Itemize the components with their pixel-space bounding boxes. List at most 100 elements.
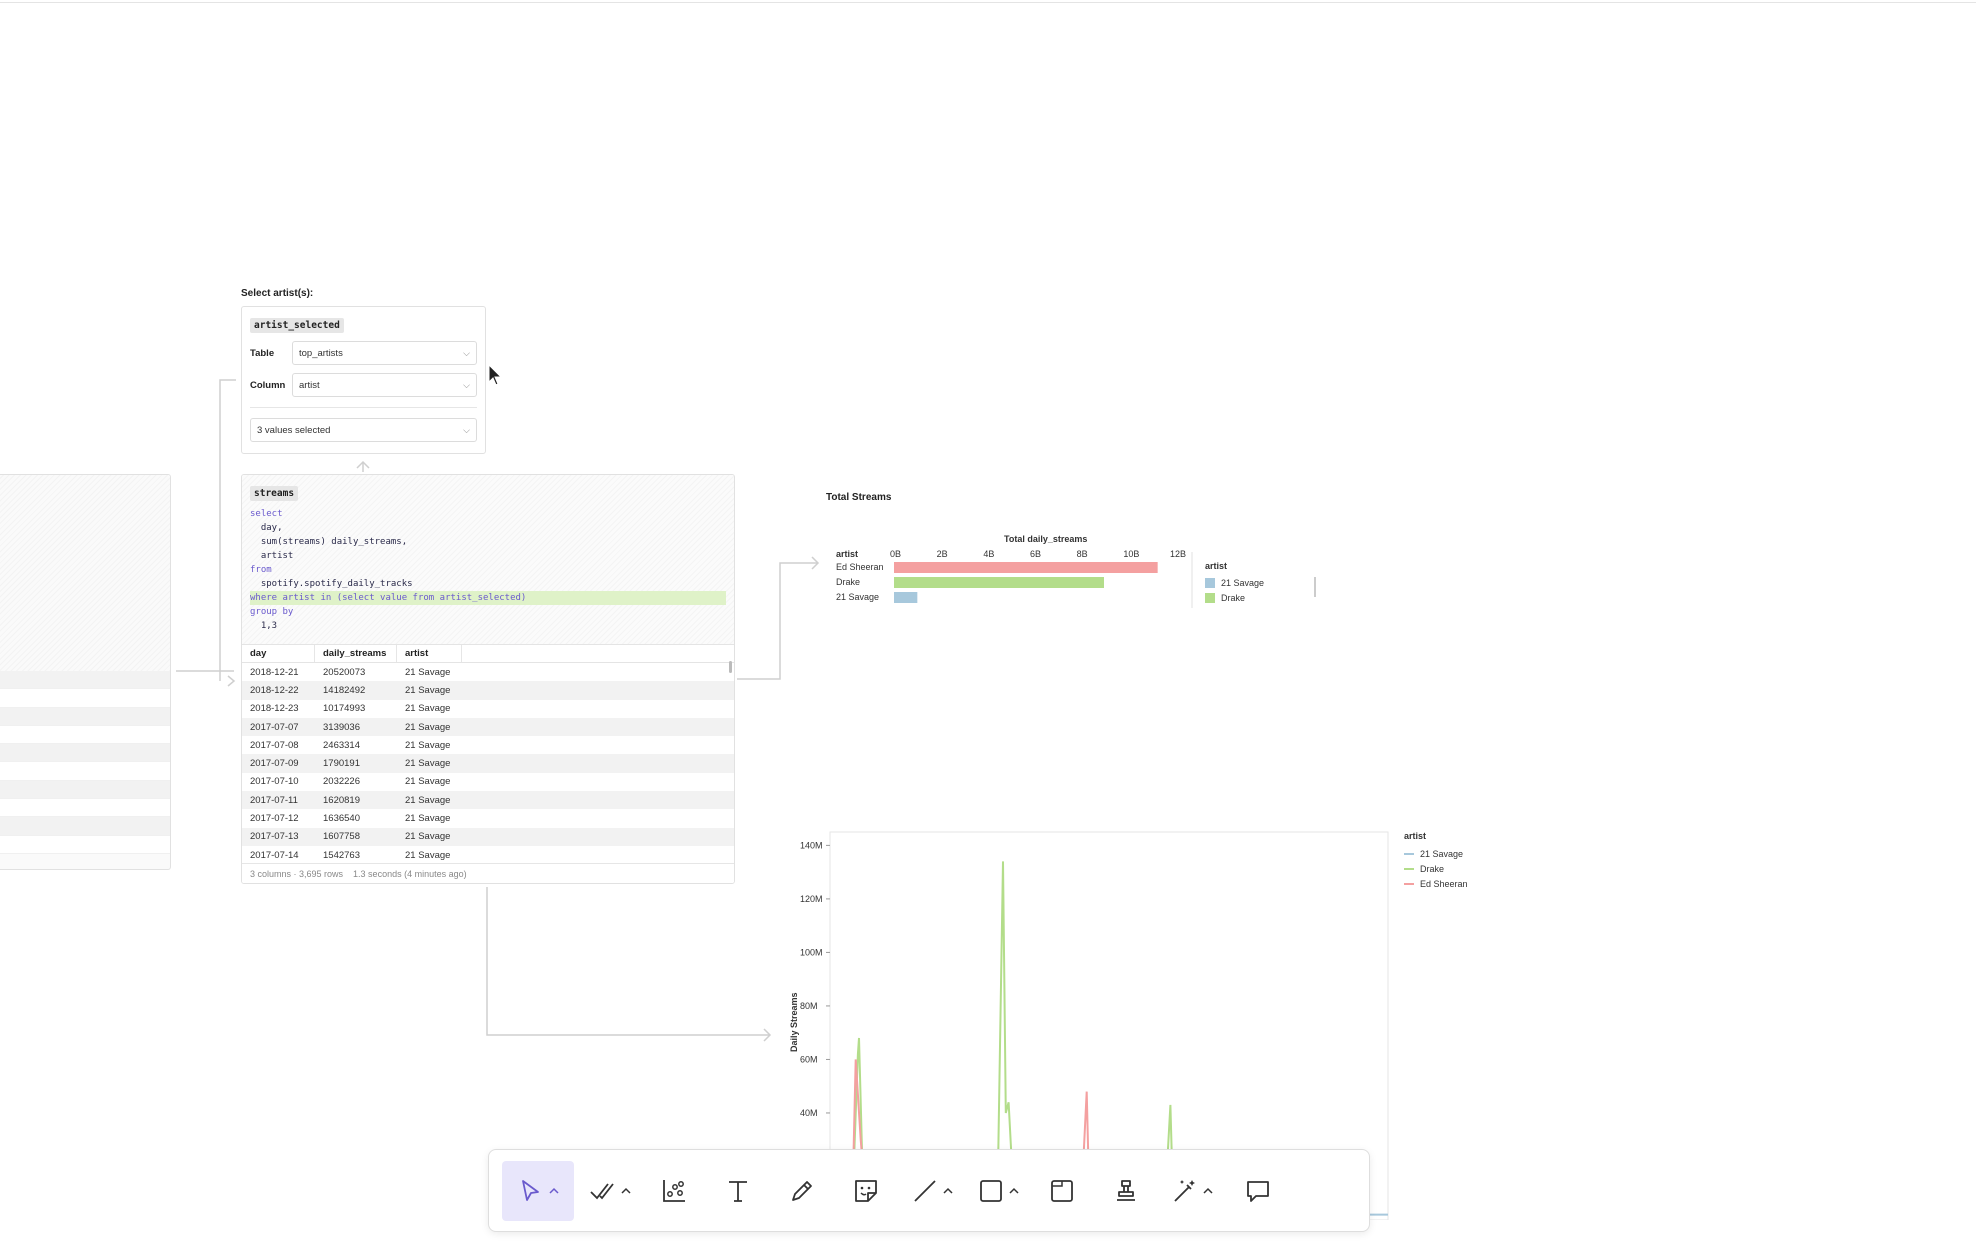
checklist-tool[interactable]	[582, 1161, 638, 1221]
total-streams-bar-chart[interactable]: Total daily_streamsartist 0B 2B 4B 6B 8B 10B 12…	[830, 530, 1350, 610]
table-cell: 20520073	[323, 666, 366, 678]
table-row[interactable]: 2017-07-08 2463314 21 Savage	[242, 736, 734, 755]
magic-wand-icon	[1174, 1179, 1195, 1202]
bar-chart-title: Total Streams	[826, 492, 892, 503]
table-cell: 21 Savage	[405, 721, 451, 733]
line-y-tick: 40M	[800, 1108, 818, 1118]
sticker-tool[interactable]	[838, 1161, 894, 1221]
column-header-artist[interactable]: artist	[397, 645, 462, 662]
table-cell: 2017-07-14	[250, 849, 299, 861]
table-row[interactable]: 2017-07-14 1542763 21 Savage	[242, 845, 734, 865]
values-dropdown-value: 3 values selected	[257, 424, 331, 436]
line-tool[interactable]	[902, 1161, 962, 1221]
chevron-up-icon[interactable]	[942, 1185, 954, 1197]
results-table-header: day daily_streams artist	[242, 644, 734, 663]
table-row[interactable]: 2017-07-09 1790191 21 Savage	[242, 754, 734, 773]
table-cell: 2463314	[323, 739, 360, 751]
line-y-tick: 60M	[800, 1054, 818, 1064]
sticker-icon	[855, 1179, 877, 1202]
table-cell: 2017-07-12	[250, 813, 299, 825]
chevron-up-icon[interactable]	[548, 1185, 560, 1197]
bar-y-title: artist	[836, 549, 858, 559]
results-shape: 3 columns · 3,695 rows	[250, 868, 344, 879]
sql-line: day,	[250, 523, 283, 533]
bar-legend-entry: 21 Savage	[1221, 578, 1264, 588]
pointer-icon	[522, 1179, 539, 1201]
rectangle-icon	[980, 1179, 1002, 1202]
results-table-body: 2018-12-21 20520073 21 Savage 2018-12-22 141…	[242, 663, 734, 865]
table-cell: 2018-12-23	[250, 703, 299, 715]
table-cell: 2018-12-21	[250, 666, 299, 678]
table-cell: 1542763	[323, 849, 360, 861]
table-row[interactable]: 2018-12-23 10174993 21 Savage	[242, 699, 734, 718]
chevron-down-icon: ⌵	[463, 347, 470, 358]
sql-line: 1,3	[250, 621, 278, 631]
table-cell: 1790191	[323, 758, 360, 770]
table-cell: 21 Savage	[405, 739, 451, 751]
table-cell: 21 Savage	[405, 813, 451, 825]
shape-tool[interactable]	[970, 1161, 1026, 1221]
chevron-up-icon[interactable]	[620, 1185, 632, 1197]
mouse-cursor-icon	[488, 364, 503, 386]
left-partial-code-area	[0, 475, 170, 671]
magic-tool[interactable]	[1162, 1161, 1222, 1221]
visualize-tool[interactable]	[646, 1161, 702, 1221]
frame-tool[interactable]	[1034, 1161, 1090, 1221]
table-row[interactable]: 2018-12-22 14182492 21 Savage	[242, 681, 734, 700]
table-row[interactable]: 2017-07-12 1636540 21 Savage	[242, 809, 734, 828]
bar-legend-scrollbar[interactable]	[1314, 577, 1316, 597]
sql-line: sum(streams) daily_streams,	[250, 537, 408, 547]
connector-line-arrowhead	[763, 1028, 772, 1042]
connector-selector-side	[219, 379, 236, 681]
values-dropdown[interactable]: 3 values selected ⌵	[250, 418, 477, 442]
artist-selector-card[interactable]: artist_selected Table top_artists ⌵ Colu…	[241, 306, 486, 454]
sql-line: group by	[250, 607, 294, 617]
table-scrollbar[interactable]	[729, 661, 732, 673]
bar-category-label: 21 Savage	[836, 592, 879, 602]
sql-editor[interactable]: streams select day, sum(streams) daily_s…	[242, 475, 734, 644]
selector-chip: artist_selected	[250, 318, 344, 333]
table-cell: 21 Savage	[405, 758, 451, 770]
sql-line: artist	[250, 551, 294, 561]
column-dropdown[interactable]: artist ⌵	[292, 373, 477, 397]
bar-ed-sheeran[interactable]	[894, 562, 1158, 573]
table-row[interactable]: 2017-07-13 1607758 21 Savage	[242, 827, 734, 846]
table-row[interactable]: 2017-07-07 3139036 21 Savage	[242, 717, 734, 737]
table-row[interactable]: 2018-12-21 20520073 21 Savage	[242, 663, 734, 682]
bar-legend-entry: Drake	[1221, 593, 1245, 603]
frame-icon	[1051, 1179, 1073, 1202]
table-row[interactable]: 2017-07-10 2032226 21 Savage	[242, 772, 734, 792]
line-icon	[914, 1179, 936, 1202]
bar-legend-swatch	[1205, 578, 1215, 588]
chevron-up-icon[interactable]	[1008, 1185, 1020, 1197]
table-cell: 2017-07-13	[250, 831, 299, 843]
line-legend-entry: 21 Savage	[1420, 849, 1463, 859]
stamp-tool[interactable]	[1098, 1161, 1154, 1221]
table-cell: 21 Savage	[405, 794, 451, 806]
pen-tool[interactable]	[774, 1161, 830, 1221]
table-cell: 2018-12-22	[250, 684, 299, 696]
bar-drake[interactable]	[894, 577, 1104, 588]
bar-legend-swatch	[1205, 593, 1215, 603]
line-legend-title: artist	[1404, 831, 1426, 841]
sql-line: where artist in (select value from artis…	[250, 591, 726, 605]
bar-x-tick: 0B	[890, 549, 901, 559]
column-header-day[interactable]: day	[242, 645, 315, 662]
bar-21-savage[interactable]	[894, 592, 918, 603]
sql-code[interactable]: select day, sum(streams) daily_streams, …	[250, 507, 726, 633]
streams-sql-card[interactable]: streams select day, sum(streams) daily_s…	[241, 474, 735, 884]
connector-to-line-chart	[486, 887, 770, 1036]
column-header-daily-streams[interactable]: daily_streams	[315, 645, 397, 662]
select-tool[interactable]	[502, 1160, 574, 1221]
sql-line: select	[250, 509, 283, 519]
table-dropdown[interactable]: top_artists ⌵	[292, 341, 477, 365]
comment-tool[interactable]	[1230, 1161, 1286, 1221]
chevron-up-icon[interactable]	[1202, 1185, 1214, 1197]
connector-up-arrowhead	[356, 460, 370, 469]
line-legend-entry: Drake	[1420, 864, 1444, 874]
table-row[interactable]: 2017-07-11 1620819 21 Savage	[242, 791, 734, 810]
text-tool[interactable]	[710, 1161, 766, 1221]
table-cell: 2017-07-11	[250, 794, 298, 806]
left-partial-card[interactable]	[0, 474, 171, 870]
bar-x-tick: 8B	[1077, 549, 1088, 559]
